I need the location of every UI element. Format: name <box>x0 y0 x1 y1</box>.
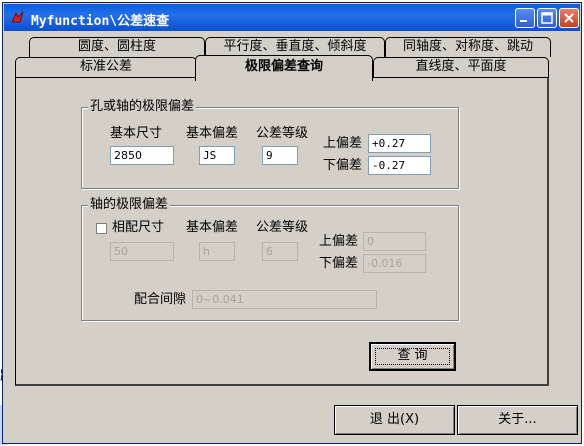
tab-panel: 孔或轴的极限偏差 基本尺寸 基本偏差 公差等级 2850 JS 9 上偏差 下偏… <box>15 77 549 386</box>
basic-deviation-input[interactable]: JS <box>199 146 235 165</box>
focus-rect <box>375 348 450 365</box>
fit-clearance-output[interactable]: 0~0.041 <box>192 290 377 309</box>
exit-button-label: 退 出(X) <box>369 412 420 427</box>
group-title: 轴的极限偏差 <box>88 197 171 213</box>
fit-clearance-label: 配合间隙 <box>134 292 187 307</box>
tab-label: 标准公差 <box>79 59 132 74</box>
tab-roundness[interactable]: 圆度、圆柱度 <box>29 37 205 57</box>
basic-deviation-label: 基本偏差 <box>186 126 239 141</box>
shaft-tolerance-grade-input[interactable]: 6 <box>262 242 298 261</box>
minimize-icon <box>520 20 527 22</box>
minimize-button[interactable] <box>515 8 535 28</box>
tab-straightness[interactable]: 直线度、平面度 <box>373 57 549 77</box>
tab-label: 同轴度、对称度、跳动 <box>402 39 533 54</box>
lower-deviation-label: 下偏差 <box>323 158 363 173</box>
tab-limit-deviation[interactable]: 极限偏差查询 <box>195 55 373 81</box>
window-title: Myfunction\公差速查 <box>31 14 170 29</box>
about-button[interactable]: 关于... <box>457 405 578 435</box>
basic-size-input[interactable]: 2850 <box>110 146 174 165</box>
upper-deviation-label: 上偏差 <box>323 136 363 151</box>
tolerance-grade-label: 公差等级 <box>256 126 309 141</box>
tab-label: 圆度、圆柱度 <box>77 39 156 54</box>
match-size-checkbox[interactable] <box>96 223 107 234</box>
match-size-input[interactable]: 50 <box>110 242 174 261</box>
shaft-basic-deviation-input[interactable]: h <box>199 242 235 261</box>
basic-size-label: 基本尺寸 <box>110 126 163 141</box>
shaft-lower-deviation-label: 下偏差 <box>319 256 359 271</box>
close-button[interactable] <box>559 8 579 28</box>
title-bar[interactable]: Myfunction\公差速查 <box>4 4 580 31</box>
tab-parallelism[interactable]: 平行度、垂直度、倾斜度 <box>205 37 385 57</box>
shaft-tolerance-grade-label: 公差等级 <box>256 220 309 235</box>
tab-coaxiality[interactable]: 同轴度、对称度、跳动 <box>385 37 551 57</box>
shaft-basic-deviation-label: 基本偏差 <box>186 220 239 235</box>
tab-standard-tolerance[interactable]: 标准公差 <box>15 57 197 77</box>
tab-label: 极限偏差查询 <box>244 59 323 74</box>
shaft-lower-deviation-output[interactable]: -0.016 <box>363 254 426 273</box>
app-icon <box>11 11 24 23</box>
close-icon <box>564 13 574 23</box>
exit-button[interactable]: 退 出(X) <box>334 405 455 435</box>
shaft-upper-deviation-output[interactable]: 0 <box>363 232 426 251</box>
match-size-label: 相配尺寸 <box>112 220 165 235</box>
lower-deviation-output[interactable]: -0.27 <box>368 156 431 175</box>
upper-deviation-output[interactable]: +0.27 <box>368 134 431 153</box>
about-button-label: 关于... <box>498 412 537 427</box>
tolerance-grade-input[interactable]: 9 <box>262 146 298 165</box>
main-window: Myfunction\公差速查 圆度、圆柱度 平行度、垂直度、倾斜度 同轴度、对… <box>2 2 582 444</box>
query-button[interactable]: 查 询 <box>369 342 456 371</box>
maximize-icon <box>541 12 553 24</box>
shaft-upper-deviation-label: 上偏差 <box>319 234 359 249</box>
maximize-button[interactable] <box>537 8 557 28</box>
group-title: 孔或轴的极限偏差 <box>88 99 197 115</box>
tab-label: 平行度、垂直度、倾斜度 <box>223 39 367 54</box>
tab-label: 直线度、平面度 <box>415 59 507 74</box>
